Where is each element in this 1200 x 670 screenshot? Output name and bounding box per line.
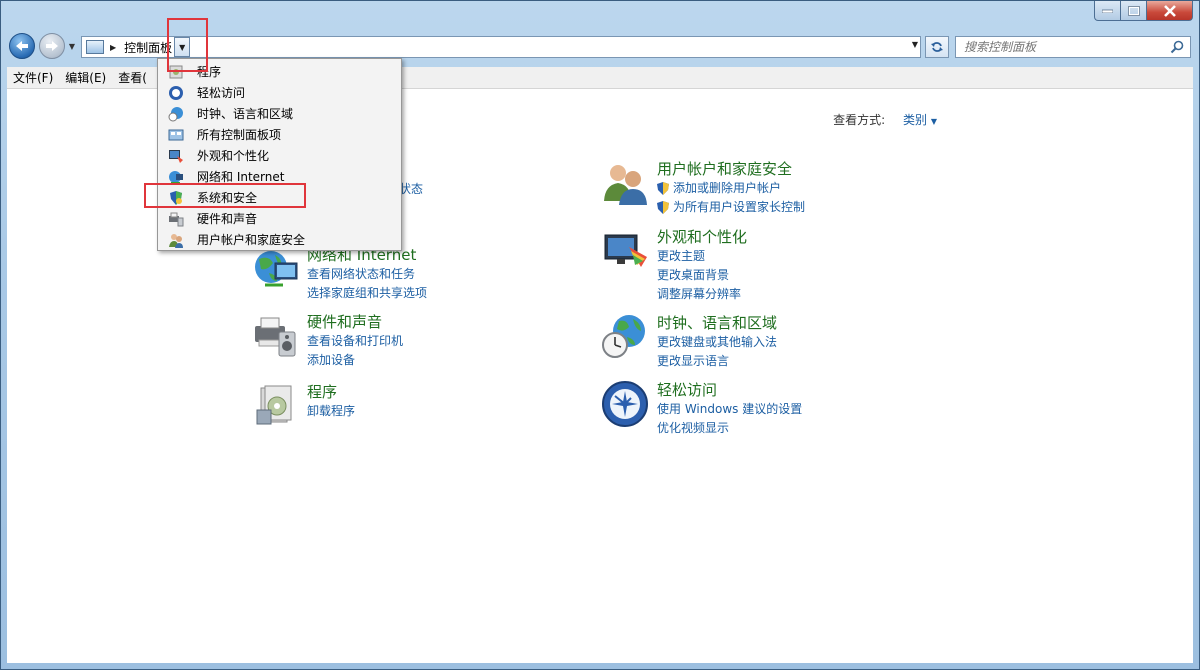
- programs-box-icon: [251, 382, 299, 430]
- highlight-dropdown-button: [167, 18, 208, 72]
- dropdown-item-label: 用户帐户和家庭安全: [197, 233, 306, 247]
- dropdown-item-label: 时钟、语言和区域: [197, 107, 294, 121]
- category-programs-title[interactable]: 程序: [307, 382, 355, 402]
- category-programs: 程序 卸载程序: [251, 382, 355, 430]
- dropdown-item-label: 硬件和声音: [197, 212, 258, 226]
- close-button[interactable]: [1147, 1, 1193, 21]
- ease-of-access-icon: [169, 85, 183, 100]
- recent-pages-dropdown[interactable]: ▼: [67, 41, 77, 51]
- link-add-remove-accounts-label[interactable]: 添加或删除用户帐户: [673, 179, 781, 198]
- caption-buttons: [1094, 1, 1193, 21]
- view-by-label: 查看方式:: [833, 113, 886, 127]
- category-clock-title[interactable]: 时钟、语言和区域: [657, 313, 777, 333]
- view-by: 查看方式: 类别 ▼: [833, 111, 937, 128]
- dropdown-item-label: 外观和个性化: [197, 149, 270, 163]
- appearance-monitor-icon: [601, 227, 649, 275]
- back-button[interactable]: [9, 33, 35, 59]
- breadcrumb-dropdown-menu: 程序 轻松访问 时钟、语言和区域 所有控制面板项 外观和个性化 网络和 Inte…: [157, 58, 402, 251]
- partial-link-status[interactable]: 状态: [399, 180, 423, 199]
- category-hardware-title[interactable]: 硬件和声音: [307, 312, 403, 332]
- view-by-value[interactable]: 类别: [903, 113, 927, 127]
- dropdown-item-label: 所有控制面板项: [197, 128, 282, 142]
- users-icon: [601, 159, 649, 207]
- category-access-title[interactable]: 轻松访问: [657, 380, 802, 400]
- menu-view[interactable]: 查看(: [112, 69, 153, 86]
- dropdown-item-user-accounts[interactable]: 用户帐户和家庭安全: [158, 229, 401, 250]
- forward-arrow-icon: [46, 41, 58, 51]
- link-parental-controls-label[interactable]: 为所有用户设置家长控制: [673, 198, 805, 217]
- control-panel-icon: [168, 129, 184, 140]
- dropdown-item-appearance[interactable]: 外观和个性化: [158, 145, 401, 166]
- search-box[interactable]: [955, 36, 1191, 58]
- dropdown-item-hardware-sound[interactable]: 硬件和声音: [158, 208, 401, 229]
- search-input[interactable]: [964, 40, 1174, 54]
- link-view-network-status[interactable]: 查看网络状态和任务: [307, 265, 427, 284]
- uac-shield-icon: [657, 182, 669, 195]
- link-change-background[interactable]: 更改桌面背景: [657, 266, 747, 285]
- search-icon[interactable]: [1170, 40, 1184, 54]
- link-change-display-language[interactable]: 更改显示语言: [657, 352, 777, 371]
- link-screen-resolution[interactable]: 调整屏幕分辨率: [657, 285, 747, 304]
- category-hardware: 硬件和声音 查看设备和打印机 添加设备: [251, 312, 403, 370]
- clock-globe-icon: [601, 313, 649, 361]
- link-add-device[interactable]: 添加设备: [307, 351, 403, 370]
- chevron-down-icon[interactable]: ▼: [931, 117, 937, 126]
- uac-shield-icon: [657, 201, 669, 214]
- dropdown-item-ease-of-access[interactable]: 轻松访问: [158, 82, 401, 103]
- category-clock: 时钟、语言和区域 更改键盘或其他输入法 更改显示语言: [601, 313, 777, 371]
- view-by-select[interactable]: 类别 ▼: [903, 113, 937, 127]
- link-change-keyboard[interactable]: 更改键盘或其他输入法: [657, 333, 777, 352]
- address-history-dropdown[interactable]: ▼: [912, 40, 918, 49]
- network-globe-icon: [251, 245, 299, 293]
- clock-globe-icon: [168, 106, 183, 121]
- ease-of-access-icon: [601, 380, 649, 428]
- breadcrumb-arrow-icon[interactable]: ▶: [110, 43, 116, 52]
- link-add-remove-accounts[interactable]: 添加或删除用户帐户: [657, 179, 805, 198]
- forward-button[interactable]: [39, 33, 65, 59]
- link-parental-controls[interactable]: 为所有用户设置家长控制: [657, 198, 805, 217]
- users-icon: [169, 233, 183, 248]
- minimize-button[interactable]: [1094, 1, 1121, 21]
- refresh-button[interactable]: [925, 36, 949, 58]
- link-windows-recommended[interactable]: 使用 Windows 建议的设置: [657, 400, 802, 419]
- link-change-theme[interactable]: 更改主题: [657, 247, 747, 266]
- refresh-icon: [931, 42, 943, 52]
- category-users: 用户帐户和家庭安全 添加或删除用户帐户 为所有用户设置家长控制: [601, 159, 805, 217]
- category-appearance-title[interactable]: 外观和个性化: [657, 227, 747, 247]
- category-users-title[interactable]: 用户帐户和家庭安全: [657, 159, 805, 179]
- control-panel-icon: [86, 40, 104, 54]
- hardware-icon: [169, 212, 184, 226]
- category-access: 轻松访问 使用 Windows 建议的设置 优化视频显示: [601, 380, 802, 438]
- control-panel-window: ▼ ▶ 控制面板 ▼ ▼ 文件(F) 编辑(E) 查看( 查看方式: 类别 ▼ …: [0, 0, 1200, 670]
- dropdown-item-all-items[interactable]: 所有控制面板项: [158, 124, 401, 145]
- link-homegroup-sharing[interactable]: 选择家庭组和共享选项: [307, 284, 427, 303]
- category-network: 网络和 Internet 查看网络状态和任务 选择家庭组和共享选项: [251, 245, 427, 303]
- highlight-system-security: [144, 183, 306, 208]
- printer-speaker-icon: [251, 312, 299, 360]
- category-appearance: 外观和个性化 更改主题 更改桌面背景 调整屏幕分辨率: [601, 227, 747, 304]
- dropdown-item-label: 轻松访问: [197, 86, 246, 100]
- maximize-button[interactable]: [1121, 1, 1147, 21]
- dropdown-item-clock-language[interactable]: 时钟、语言和区域: [158, 103, 401, 124]
- link-optimize-display[interactable]: 优化视频显示: [657, 419, 802, 438]
- link-devices-printers[interactable]: 查看设备和打印机: [307, 332, 403, 351]
- appearance-icon: [169, 149, 183, 163]
- back-arrow-icon: [16, 41, 28, 51]
- link-uninstall-program[interactable]: 卸载程序: [307, 402, 355, 421]
- menu-edit[interactable]: 编辑(E): [59, 69, 112, 86]
- menu-file[interactable]: 文件(F): [7, 69, 59, 86]
